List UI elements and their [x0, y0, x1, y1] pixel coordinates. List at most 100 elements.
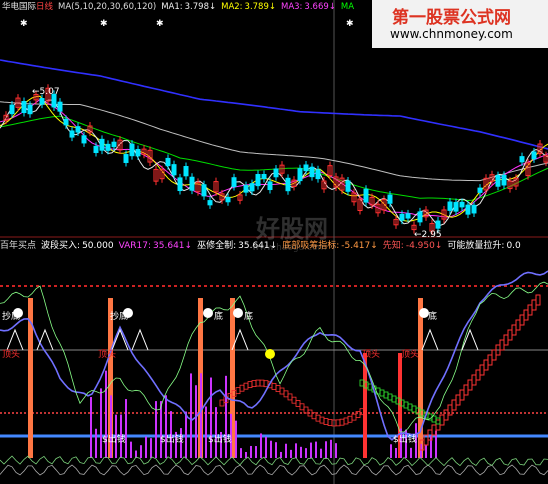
kn-value: 0.0 — [506, 241, 521, 251]
candle-body — [93, 145, 99, 154]
stair-step — [439, 414, 445, 426]
dou-label: 底 — [428, 312, 438, 322]
xiaqian-label: $出钱 — [208, 435, 232, 445]
ma1-label: MA1: — [161, 2, 183, 12]
candle-body — [9, 104, 15, 115]
candle-body — [285, 177, 291, 192]
dingtou-label: 顶头 — [362, 350, 381, 360]
candle-body — [183, 166, 189, 177]
stair-step-green — [383, 391, 389, 399]
xiaqian-label: $出钱 — [102, 435, 126, 445]
dou-label: 底 — [244, 312, 254, 322]
volume-bar — [210, 377, 212, 458]
stair-step-green — [411, 405, 417, 413]
xianzhi-value: -4.950↓ — [405, 241, 443, 251]
stair-step — [347, 415, 353, 423]
volume-bar — [290, 449, 292, 458]
volume-bar — [305, 448, 307, 458]
candle-body — [57, 101, 63, 112]
ma2-value: 3.789↓ — [244, 2, 276, 12]
volume-bar — [90, 397, 92, 458]
volume-bar — [250, 445, 252, 458]
volume-bar — [95, 428, 97, 458]
star-marker: ✱ — [100, 19, 108, 29]
candle-body — [405, 213, 411, 219]
volume-bar — [195, 385, 197, 458]
volume-bar — [150, 438, 152, 458]
stair-step — [235, 387, 241, 395]
var17-value: 35.641↓ — [153, 241, 193, 251]
period-label: 日线 — [36, 2, 54, 12]
candle-body — [471, 204, 477, 214]
indicator-name: 百年买点 — [0, 241, 37, 251]
candle-body — [363, 188, 369, 203]
candle-body — [345, 180, 351, 192]
stair-step — [283, 390, 289, 398]
stair-step — [467, 379, 473, 391]
candle-body — [99, 138, 105, 151]
volume-bar — [255, 446, 257, 458]
candle-body — [249, 183, 255, 192]
stair-step — [351, 413, 357, 421]
signal-bar — [418, 298, 423, 458]
stair-step — [287, 393, 293, 401]
dixi-value: -5.417↓ — [341, 241, 378, 251]
stair-step — [511, 324, 517, 336]
dingtou-label: 顶头 — [98, 350, 117, 360]
candle-body — [261, 174, 267, 180]
ma20-line — [0, 98, 548, 218]
candle-body — [453, 202, 459, 212]
candle-body — [303, 164, 309, 172]
high-price-label: ←5.07 — [32, 87, 60, 97]
candle-body — [207, 200, 213, 206]
ma10-line — [0, 95, 548, 222]
osc-green-line — [0, 281, 548, 433]
stair-step — [243, 382, 249, 390]
stair-step-green — [435, 417, 441, 425]
candle-body — [201, 184, 207, 197]
candle-body — [399, 213, 405, 221]
star-marker: ✱ — [346, 19, 354, 29]
stair-step-green — [379, 389, 385, 397]
volume-bar — [100, 388, 102, 458]
stair-step-green — [391, 395, 397, 403]
stair-step — [503, 334, 509, 346]
stair-step — [335, 419, 341, 427]
volume-bar — [275, 442, 277, 458]
volume-bar — [295, 443, 297, 458]
candle-body — [75, 126, 81, 133]
candle-body — [165, 157, 171, 167]
dingtou-label: 顶头 — [401, 350, 420, 360]
candle-body — [39, 98, 45, 105]
site-title: 第一股票公式网 — [392, 8, 511, 28]
volume-bar — [235, 420, 237, 458]
stair-step — [299, 403, 305, 411]
stair-step — [271, 383, 277, 390]
stair-step — [519, 314, 525, 326]
stair-step — [251, 380, 257, 387]
ma-param-label: MA(5,10,20,30,60,120) — [58, 2, 157, 12]
site-watermark: 第一股票公式网 www.chnmoney.com — [372, 0, 548, 48]
candle-body — [69, 130, 75, 138]
stair-step — [327, 419, 333, 426]
ma1-value: 3.798↓ — [184, 2, 217, 12]
volume-bar — [330, 439, 332, 458]
stair-step — [247, 381, 253, 389]
osc-bottom-line — [0, 455, 548, 467]
stair-step — [483, 359, 489, 371]
candle-body — [171, 164, 177, 176]
stair-step — [459, 389, 465, 401]
volume-bar — [110, 395, 112, 458]
candle-body — [255, 174, 261, 187]
candle-body — [387, 194, 393, 204]
stair-step-green — [367, 383, 373, 391]
volume-bar — [325, 441, 327, 458]
stair-step — [279, 387, 285, 395]
stair-step — [263, 380, 269, 388]
buy-value: 50.000 — [82, 241, 114, 251]
volume-bar — [205, 406, 207, 458]
stair-step — [479, 364, 485, 376]
candle-body — [243, 185, 249, 193]
stair-step — [499, 339, 505, 351]
volume-bar — [395, 447, 397, 458]
